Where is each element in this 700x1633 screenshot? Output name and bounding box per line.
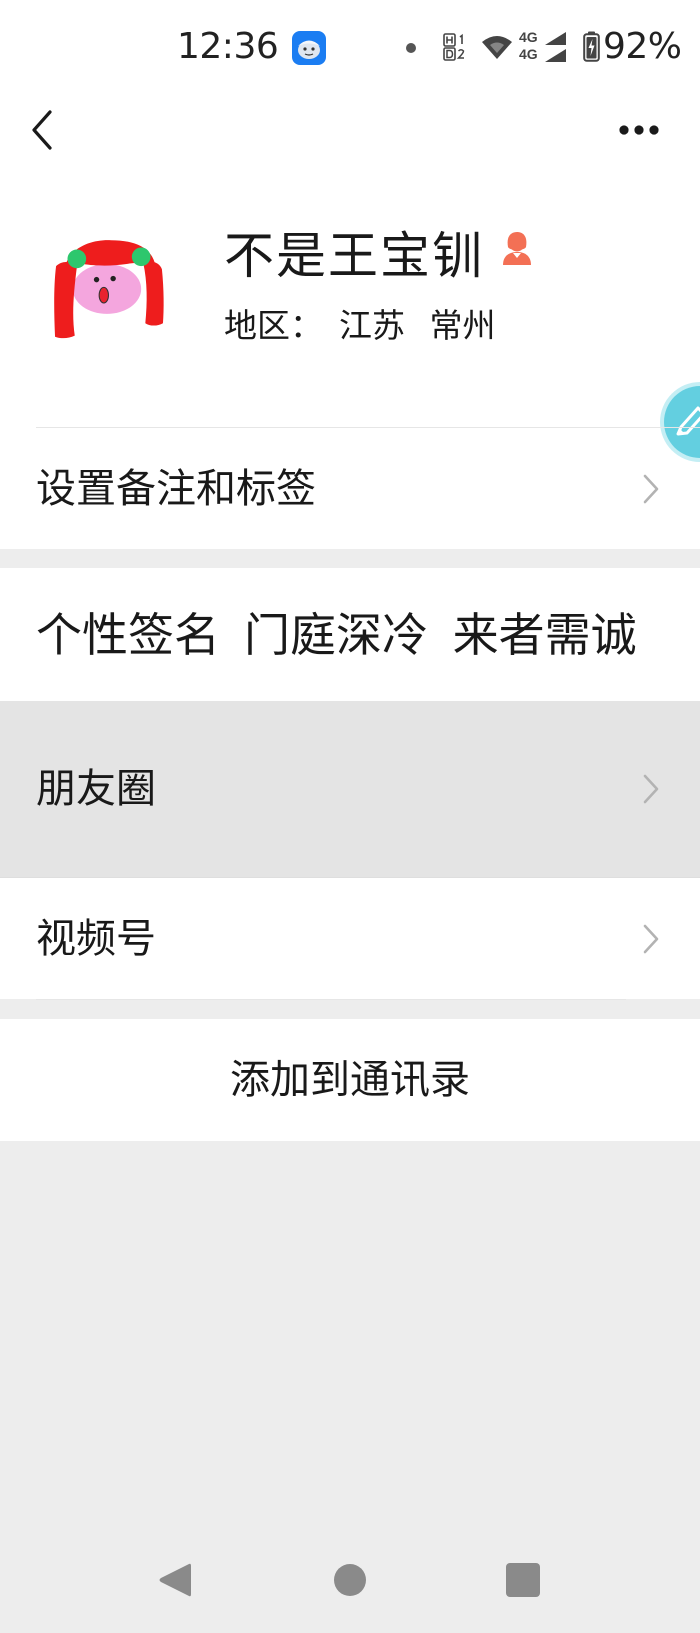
- nav-home-button[interactable]: [330, 1560, 370, 1600]
- region-line: 地区： 江苏 常州: [224, 306, 496, 346]
- channels-row[interactable]: 视频号: [0, 878, 700, 999]
- add-contact-row[interactable]: 添加到通讯录: [0, 1019, 700, 1141]
- hd-icon: [443, 33, 470, 61]
- nav-recents-button[interactable]: [503, 1560, 543, 1600]
- chevron-right-icon: [643, 924, 659, 953]
- signal-icon: [542, 31, 568, 63]
- notification-app-icon: [292, 31, 326, 65]
- add-contact-button[interactable]: 添加到通讯录: [0, 1056, 700, 1104]
- chevron-left-icon: [32, 110, 52, 150]
- moments-label: 朋友圈: [36, 766, 156, 812]
- region-value: 江苏 常州: [339, 306, 496, 345]
- channels-label: 视频号: [36, 915, 156, 962]
- sim2-network-label: 4G: [519, 46, 538, 62]
- more-dots-icon: [619, 125, 659, 135]
- nav-recents-square-icon: [506, 1563, 540, 1597]
- female-icon: [500, 231, 534, 266]
- remark-tags-label: 设置备注和标签: [36, 465, 316, 512]
- remark-tags-row[interactable]: 设置备注和标签: [0, 428, 700, 549]
- back-button[interactable]: [26, 104, 62, 156]
- chevron-right-icon: [643, 474, 659, 503]
- avatar[interactable]: [54, 240, 164, 340]
- nav-home-circle-icon: [334, 1564, 366, 1596]
- signature-value: 门庭深冷 来者需诚: [244, 607, 637, 662]
- region-label: 地区：: [224, 306, 323, 345]
- notification-dot-icon: [406, 43, 416, 53]
- moments-row[interactable]: 朋友圈: [0, 701, 700, 877]
- sim1-network-label: 4G: [519, 29, 538, 45]
- wifi-icon: [481, 34, 513, 60]
- more-button[interactable]: [612, 114, 666, 146]
- chevron-right-icon: [643, 774, 659, 804]
- signature-label: 个性签名: [36, 607, 220, 662]
- signature-row: 个性签名 门庭深冷 来者需诚: [0, 568, 700, 701]
- channels-divider: [36, 999, 626, 1000]
- nav-back-button[interactable]: [156, 1560, 196, 1600]
- signature-text: 个性签名 门庭深冷 来者需诚: [36, 608, 637, 662]
- battery-percent: 92%: [603, 26, 682, 67]
- status-time: 12:36: [177, 26, 279, 67]
- contact-name: 不是王宝钏: [224, 227, 484, 285]
- battery-charging-icon: [583, 31, 600, 62]
- nav-back-triangle-icon: [159, 1563, 191, 1597]
